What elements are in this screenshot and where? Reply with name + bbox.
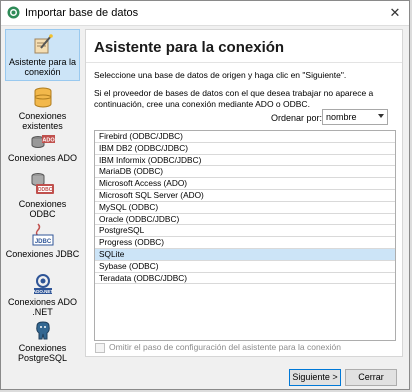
database-list-item[interactable]: PostgreSQL: [95, 225, 395, 238]
sidebar-item-wizard[interactable]: Asistente para la conexión: [5, 29, 80, 81]
sidebar-item-postgresql[interactable]: Conexiones PostgreSQL: [5, 321, 80, 363]
sidebar-item-label: Conexiones ADO .NET: [7, 297, 78, 317]
sidebar-item-label: Asistente para la conexión: [8, 57, 77, 77]
sidebar-item-jdbc[interactable]: JDBC Conexiones JDBC: [5, 223, 80, 259]
database-list-item[interactable]: Teradata (ODBC/JDBC): [95, 273, 395, 285]
sidebar-item-label: Conexiones existentes: [18, 111, 67, 131]
import-database-dialog: Importar base de datos ✕ Asistente para …: [0, 0, 410, 390]
postgresql-icon: [35, 321, 50, 340]
database-list-item[interactable]: MySQL (ODBC): [95, 202, 395, 214]
database-list[interactable]: Firebird (ODBC/JDBC) IBM DB2 (ODBC/JDBC) I…: [94, 130, 396, 341]
hint-text: Si el proveedor de bases de datos con el…: [94, 88, 374, 109]
next-button[interactable]: Siguiente >: [289, 369, 341, 386]
database-list-item[interactable]: Oracle (ODBC/JDBC): [95, 214, 395, 226]
intro-text: Seleccione una base de datos de origen y…: [94, 70, 347, 80]
connection-wizard-panel: Asistente para la conexión Seleccione un…: [85, 29, 403, 357]
sidebar-item-label: Conexiones ADO: [7, 153, 78, 163]
skip-wizard-checkbox[interactable]: [95, 343, 105, 353]
jdbc-icon: JDBC: [32, 223, 53, 246]
ado-net-icon: ADO.NET: [32, 274, 53, 294]
connection-type-sidebar: Asistente para la conexión Conexiones ex…: [5, 29, 80, 363]
title-bar: Importar base de datos ✕: [1, 1, 409, 26]
sidebar-item-ado[interactable]: ADO Conexiones ADO: [5, 133, 80, 163]
database-list-item[interactable]: SQLite: [95, 248, 395, 261]
database-list-item[interactable]: Sybase (ODBC): [95, 261, 395, 273]
database-list-item[interactable]: IBM Informix (ODBC/JDBC): [95, 155, 395, 167]
ado-icon: ADO: [31, 135, 55, 148]
sidebar-item-label: Conexiones JDBC: [5, 249, 80, 259]
wizard-icon: [34, 34, 53, 54]
database-icon: [34, 87, 51, 108]
database-list-item[interactable]: Firebird (ODBC/JDBC): [95, 131, 395, 143]
page-title: Asistente para la conexión: [94, 39, 285, 56]
chevron-down-icon: [378, 114, 384, 118]
sidebar-item-odbc[interactable]: ODBC Conexiones ODBC: [5, 171, 80, 219]
heading-divider: [86, 62, 402, 63]
sort-label: Ordenar por:: [271, 113, 323, 123]
database-list-item[interactable]: IBM DB2 (ODBC/JDBC): [95, 143, 395, 155]
svg-text:ADO: ADO: [42, 138, 55, 144]
close-dialog-button[interactable]: Cerrar: [345, 369, 397, 386]
database-list-item[interactable]: MariaDB (ODBC): [95, 166, 395, 179]
database-list-item[interactable]: Progress (ODBC): [95, 237, 395, 249]
sort-by-select[interactable]: nombre: [322, 109, 388, 125]
sidebar-item-label: Conexiones ODBC: [18, 199, 67, 219]
sidebar-item-existing[interactable]: Conexiones existentes: [5, 87, 80, 131]
database-list-item[interactable]: Microsoft Access (ADO): [95, 178, 395, 190]
close-button[interactable]: ✕: [387, 5, 403, 21]
sort-by-value: nombre: [326, 112, 357, 122]
svg-text:JDBC: JDBC: [34, 239, 51, 245]
window-title: Importar base de datos: [25, 7, 139, 19]
skip-wizard-checkbox-row: Omitir el paso de configuración del asis…: [91, 342, 351, 354]
database-list-item[interactable]: Microsoft SQL Server (ADO): [95, 190, 395, 202]
svg-text:ADO.NET: ADO.NET: [32, 289, 53, 294]
sidebar-item-label: Conexiones PostgreSQL: [17, 343, 68, 363]
app-icon: [7, 6, 20, 19]
odbc-icon: ODBC: [31, 173, 54, 194]
skip-wizard-label: Omitir el paso de configuración del asis…: [109, 342, 341, 352]
svg-text:ODBC: ODBC: [37, 187, 52, 193]
sidebar-item-ado-net[interactable]: ADO.NET Conexiones ADO .NET: [5, 273, 80, 317]
